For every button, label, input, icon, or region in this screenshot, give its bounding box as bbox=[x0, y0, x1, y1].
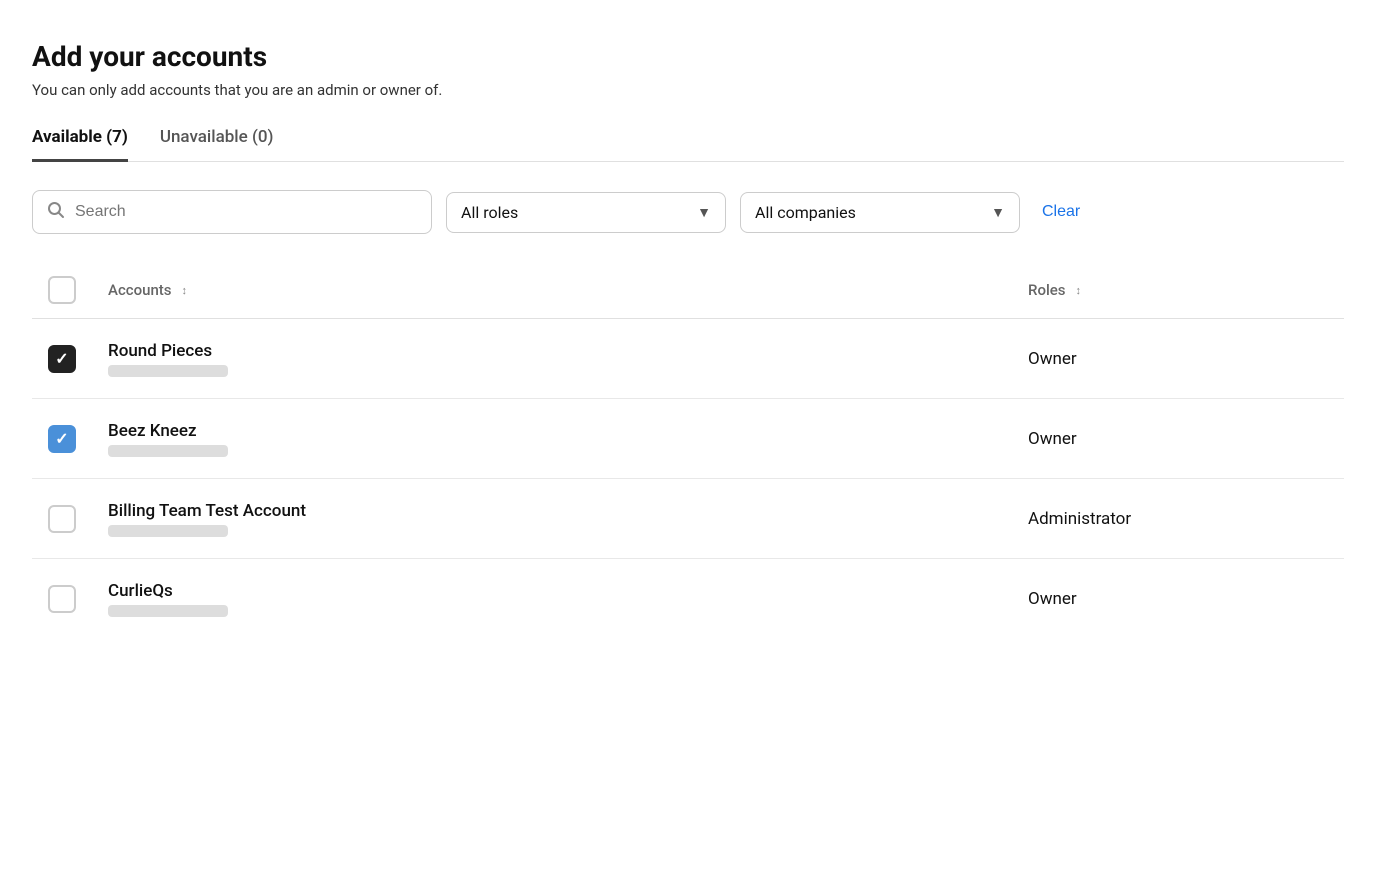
search-icon bbox=[47, 201, 65, 223]
row-checkbox-col bbox=[48, 505, 108, 533]
row-account-sub bbox=[108, 365, 228, 377]
tabs-container: Available (7) Unavailable (0) bbox=[32, 127, 1344, 162]
table-header: Accounts ↕ Roles ↕ bbox=[32, 262, 1344, 319]
header-roles-col: Roles ↕ bbox=[1028, 281, 1328, 299]
table-row: CurlieQs Owner bbox=[32, 559, 1344, 639]
table-row: ✓ Beez Kneez Owner bbox=[32, 399, 1344, 479]
table-row: ✓ Round Pieces Owner bbox=[32, 319, 1344, 399]
filters-row: All roles ▼ All companies ▼ Clear bbox=[32, 190, 1344, 234]
row-account-info-round-pieces: Round Pieces bbox=[108, 341, 1028, 377]
checkmark-icon: ✓ bbox=[55, 351, 68, 367]
checkmark-icon: ✓ bbox=[55, 431, 68, 447]
page-title: Add your accounts bbox=[32, 40, 1344, 73]
roles-header-label: Roles bbox=[1028, 281, 1066, 299]
row-role-billing-team: Administrator bbox=[1028, 509, 1328, 529]
tab-available[interactable]: Available (7) bbox=[32, 127, 128, 162]
clear-button[interactable]: Clear bbox=[1034, 203, 1088, 221]
row-checkbox-col: ✓ bbox=[48, 425, 108, 453]
table-row: Billing Team Test Account Administrator bbox=[32, 479, 1344, 559]
row-checkbox-col: ✓ bbox=[48, 345, 108, 373]
roles-dropdown-label: All roles bbox=[461, 203, 518, 222]
row-checkbox-round-pieces[interactable]: ✓ bbox=[48, 345, 76, 373]
companies-dropdown[interactable]: All companies ▼ bbox=[740, 192, 1020, 233]
roles-dropdown[interactable]: All roles ▼ bbox=[446, 192, 726, 233]
row-account-info-curlie-qs: CurlieQs bbox=[108, 581, 1028, 617]
header-checkbox-col bbox=[48, 276, 108, 304]
row-role-round-pieces: Owner bbox=[1028, 349, 1328, 369]
accounts-sort-icon[interactable]: ↕ bbox=[182, 285, 188, 296]
row-account-info-billing-team: Billing Team Test Account bbox=[108, 501, 1028, 537]
search-input[interactable] bbox=[75, 203, 417, 221]
row-checkbox-billing-team[interactable] bbox=[48, 505, 76, 533]
accounts-header-label: Accounts bbox=[108, 281, 172, 299]
table-body: ✓ Round Pieces Owner ✓ Beez Kneez Owner … bbox=[32, 319, 1344, 639]
row-checkbox-col bbox=[48, 585, 108, 613]
row-account-sub bbox=[108, 605, 228, 617]
row-account-name: Beez Kneez bbox=[108, 421, 1028, 441]
search-box[interactable] bbox=[32, 190, 432, 234]
companies-chevron-icon: ▼ bbox=[991, 204, 1005, 221]
page-subtitle: You can only add accounts that you are a… bbox=[32, 81, 1344, 99]
row-role-curlie-qs: Owner bbox=[1028, 589, 1328, 609]
header-accounts-col: Accounts ↕ bbox=[108, 281, 1028, 299]
row-checkbox-beez-kneez[interactable]: ✓ bbox=[48, 425, 76, 453]
row-checkbox-curlie-qs[interactable] bbox=[48, 585, 76, 613]
companies-dropdown-label: All companies bbox=[755, 203, 856, 222]
roles-chevron-icon: ▼ bbox=[697, 204, 711, 221]
row-account-sub bbox=[108, 445, 228, 457]
row-account-name: Round Pieces bbox=[108, 341, 1028, 361]
header-checkbox[interactable] bbox=[48, 276, 76, 304]
tab-unavailable[interactable]: Unavailable (0) bbox=[160, 127, 274, 162]
row-account-name: CurlieQs bbox=[108, 581, 1028, 601]
row-account-sub bbox=[108, 525, 228, 537]
roles-sort-icon[interactable]: ↕ bbox=[1076, 285, 1082, 296]
row-account-name: Billing Team Test Account bbox=[108, 501, 1028, 521]
row-account-info-beez-kneez: Beez Kneez bbox=[108, 421, 1028, 457]
row-role-beez-kneez: Owner bbox=[1028, 429, 1328, 449]
